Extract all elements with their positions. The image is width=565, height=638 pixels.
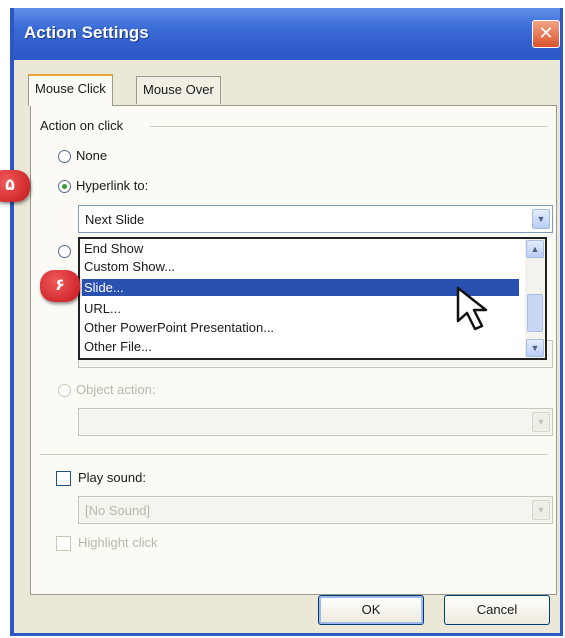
list-item[interactable]: Other File... [84, 338, 519, 355]
cancel-button-label: Cancel [476, 602, 518, 617]
chevron-down-icon: ▼ [532, 500, 550, 520]
step-badge-6-label: ۶ [55, 277, 65, 294]
list-item[interactable]: URL... [84, 300, 519, 317]
tab-mouse-over-label: Mouse Over [143, 82, 214, 97]
highlight-click-checkbox[interactable] [56, 536, 71, 551]
none-radio[interactable] [58, 150, 71, 163]
run-program-radio[interactable] [58, 245, 71, 258]
list-item[interactable]: Custom Show... [84, 258, 519, 275]
list-item[interactable]: End Show [84, 240, 519, 257]
close-button[interactable]: ✕ [532, 20, 560, 48]
cancel-button[interactable]: Cancel [444, 595, 550, 625]
tab-mouse-click-label: Mouse Click [35, 81, 106, 96]
chevron-down-icon: ▼ [532, 412, 550, 432]
chevron-down-icon[interactable]: ▼ [526, 339, 544, 357]
hyperlink-radio[interactable] [58, 180, 71, 193]
group-divider [150, 126, 548, 127]
step-badge-5-label: ۵ [5, 177, 15, 194]
section-divider [40, 454, 548, 455]
object-action-select[interactable]: ▼ [78, 408, 553, 436]
tab-mouse-over[interactable]: Mouse Over [136, 76, 221, 104]
list-item[interactable]: Other PowerPoint Presentation... [84, 319, 519, 336]
close-icon: ✕ [538, 23, 554, 43]
list-item-label: Custom Show... [84, 259, 176, 274]
play-sound-label: Play sound: [78, 470, 146, 485]
action-on-click-label: Action on click [40, 118, 124, 133]
play-sound-checkbox[interactable] [56, 471, 71, 486]
list-scrollbar[interactable]: ▲ ▼ [525, 239, 545, 358]
list-item-label: End Show [84, 241, 144, 256]
object-action-label: Object action: [76, 382, 156, 397]
chevron-up-icon[interactable]: ▲ [526, 240, 544, 258]
none-radio-label: None [76, 148, 108, 163]
sound-select[interactable]: [No Sound] ▼ [78, 496, 553, 524]
sound-select-value: [No Sound] [85, 503, 151, 518]
step-badge-5: ۵ [0, 170, 30, 202]
object-action-radio[interactable] [58, 384, 71, 397]
hyperlink-select-value: Next Slide [85, 212, 145, 227]
ok-button[interactable]: OK [318, 595, 424, 625]
title-bar[interactable]: Action Settings ✕ [14, 8, 560, 60]
step-badge-6: ۶ [40, 270, 80, 302]
list-item-label: Other PowerPoint Presentation... [84, 320, 275, 335]
list-item-label: Slide... [84, 280, 124, 295]
list-item-selected[interactable]: Slide... [82, 279, 519, 296]
ok-button-label: OK [361, 602, 381, 617]
tab-mouse-click[interactable]: Mouse Click [28, 74, 113, 106]
hyperlink-radio-label: Hyperlink to: [76, 178, 149, 193]
scrollbar-thumb[interactable] [527, 294, 543, 332]
cursor-arrow-icon [456, 286, 488, 331]
chevron-down-icon[interactable]: ▼ [532, 209, 550, 229]
dialog-title: Action Settings [24, 23, 149, 42]
highlight-click-label: Highlight click [78, 535, 158, 550]
list-item-label: URL... [84, 301, 121, 316]
list-item-label: Other File... [84, 339, 152, 354]
hyperlink-select[interactable]: Next Slide ▼ [78, 205, 553, 233]
